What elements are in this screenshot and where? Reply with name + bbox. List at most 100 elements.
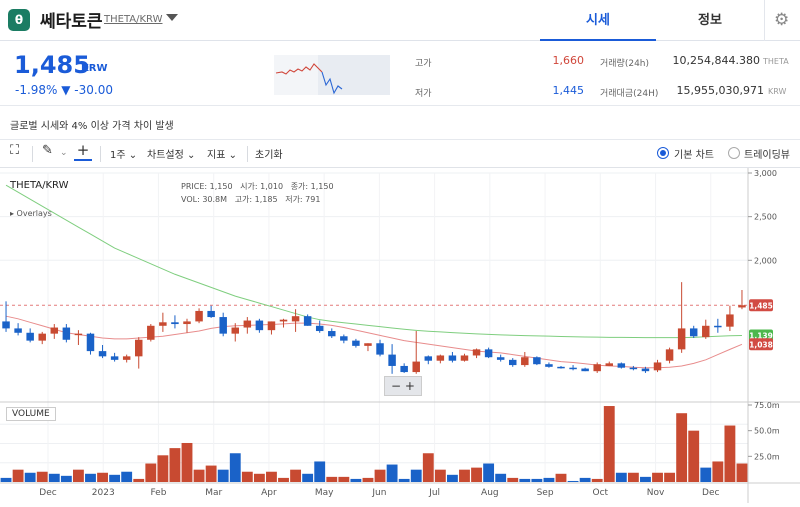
candle-body — [665, 349, 674, 361]
ma-short-badge-text: 1,038 — [749, 340, 773, 349]
candle-body — [738, 305, 746, 308]
volume-bar — [266, 471, 277, 482]
volume-bar — [278, 477, 289, 482]
candlestick-chart[interactable]: Dec 2023 Feb Mar Apr May Jun Jul Aug Sep Oct Nov Dec… — [0, 168, 800, 503]
candle-body — [521, 357, 529, 366]
candle-body — [195, 310, 203, 322]
candle-body — [400, 365, 408, 373]
last-price-badge-text: 1,485 — [749, 301, 773, 310]
volume-bar — [724, 425, 736, 482]
candle-body — [86, 333, 95, 352]
volume-24h-value: 10,254,844.380 — [672, 54, 760, 67]
tab-info[interactable]: 정보 — [656, 0, 764, 41]
indicators-menu[interactable]: 지표 ⌄ — [207, 146, 237, 161]
zoom-control[interactable]: − + — [384, 376, 422, 396]
x-tick-label: Sep — [537, 488, 554, 498]
candle-body — [496, 357, 505, 360]
x-tick-label: Jul — [428, 488, 440, 498]
candle-body — [328, 331, 336, 337]
candle-body — [641, 368, 650, 372]
volume-bar — [676, 413, 688, 482]
divider — [764, 0, 765, 41]
volume-bar — [157, 455, 169, 482]
volume-bar — [145, 463, 157, 482]
volume-bar — [181, 442, 193, 482]
basic-chart-label[interactable]: 기본 차트 — [674, 146, 714, 161]
candle-body — [38, 333, 46, 341]
overlays-toggle[interactable]: ▸ Overlays — [10, 209, 52, 218]
fullscreen-icon[interactable]: ⛶ — [10, 143, 19, 158]
candle-body — [533, 357, 541, 365]
volume-bar — [97, 472, 108, 482]
candle-body — [364, 343, 372, 346]
candle-body — [653, 362, 662, 371]
trade-value-24h-value: 15,955,030,971 — [676, 84, 764, 97]
chart-settings-menu[interactable]: 차트설정 ⌄ — [147, 146, 195, 161]
volume-bar — [603, 406, 615, 482]
chart-canvas[interactable]: Dec 2023 Feb Mar Apr May Jun Jul Aug Sep Oct Nov Dec… — [0, 168, 800, 503]
chevron-down-icon[interactable]: ⌄ — [60, 148, 68, 158]
candle-body — [702, 325, 710, 338]
y-tick-label: 2,500 — [754, 213, 777, 222]
market-pair-link[interactable]: THETA/KRW — [104, 14, 162, 25]
high-value: 1,660 — [552, 54, 585, 67]
volume-bar — [459, 469, 470, 482]
x-tick-label: Dec — [702, 488, 719, 498]
crosshair-icon[interactable]: + — [74, 141, 92, 161]
volume-bar — [700, 467, 712, 482]
volume-bar — [48, 473, 60, 482]
volume-bar — [314, 461, 326, 482]
chart-symbol: THETA/KRW — [10, 180, 69, 191]
candle-body — [62, 327, 71, 340]
volume-24h-unit: THETA — [763, 57, 789, 66]
gear-icon[interactable]: ⚙ — [774, 10, 789, 30]
pencil-icon[interactable]: ✎ — [42, 143, 53, 158]
volume-bar — [85, 473, 96, 482]
x-tick-label: May — [315, 488, 334, 498]
candle-body — [460, 355, 469, 361]
chevron-down-icon[interactable] — [166, 14, 178, 21]
tradingview-radio[interactable] — [728, 147, 740, 159]
tradingview-label[interactable]: 트레이딩뷰 — [744, 146, 790, 161]
x-tick-label: Aug — [481, 488, 499, 498]
volume-bar — [193, 469, 205, 482]
volume-bar — [386, 464, 398, 482]
trade-value-24h-unit: KRW — [768, 87, 787, 96]
coin-name: 쎄타토큰 — [40, 12, 103, 32]
candle-body — [98, 351, 107, 357]
x-tick-label: Nov — [647, 488, 665, 498]
volume-bar — [338, 476, 350, 482]
volume-bar — [229, 453, 241, 482]
candle-body — [159, 322, 167, 326]
candle-body — [74, 333, 83, 336]
ma-short-line — [5, 315, 743, 369]
candle-body — [388, 354, 396, 366]
volume-bar — [640, 476, 651, 482]
candle-body — [581, 368, 589, 372]
price-change: -1.98% ▼ -30.00 — [15, 83, 113, 97]
candle-body — [689, 328, 698, 337]
current-price: 1,485 — [14, 51, 90, 79]
candle-body — [726, 314, 734, 327]
ohlc-readout: PRICE: 1,150 시가: 1,010 종가: 1,150 VOL: 30… — [181, 182, 334, 204]
zoom-out-icon[interactable]: − — [391, 379, 401, 393]
reset-button[interactable]: 초기화 — [255, 146, 283, 161]
candle-body — [207, 310, 215, 318]
volume-24h-label: 거래량(24h) — [600, 59, 650, 69]
volume-bar — [688, 430, 700, 482]
interval-select[interactable]: 1주 ⌄ — [110, 146, 137, 161]
volume-bar — [205, 465, 217, 482]
volume-bar — [434, 469, 446, 482]
candle-body — [122, 356, 131, 360]
tab-price[interactable]: 시세 — [540, 0, 656, 41]
candle-body — [171, 322, 179, 325]
zoom-in-icon[interactable]: + — [405, 379, 415, 393]
chart-toolbar: ⛶ ✎ ⌄ + 1주 ⌄ 차트설정 ⌄ 지표 ⌄ 초기화 기본 차트 트레이딩뷰 — [0, 140, 800, 168]
candle-body — [219, 317, 227, 334]
candle-body — [424, 356, 433, 361]
volume-bar — [519, 478, 531, 482]
volume-tick-label: 50.0m — [754, 427, 780, 436]
candle-body — [677, 328, 686, 350]
y-tick-label: 2,000 — [754, 256, 777, 265]
basic-chart-radio[interactable] — [657, 147, 669, 159]
